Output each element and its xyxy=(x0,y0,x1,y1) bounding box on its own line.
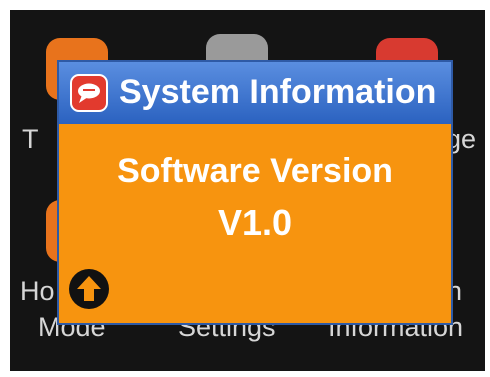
dialog-header: System Information xyxy=(59,62,451,124)
up-button[interactable] xyxy=(69,269,109,309)
software-version-value: V1.0 xyxy=(217,202,293,243)
home-label-top-left: T xyxy=(22,124,39,154)
dialog-title: System Information xyxy=(119,73,437,111)
system-information-dialog: System Information Software Version V1.0 xyxy=(57,60,453,325)
home-label-ho: Ho xyxy=(20,276,55,306)
arrow-up-icon xyxy=(77,276,101,301)
software-version-label: Software Version xyxy=(117,152,393,190)
device-screen: T ge Ho n Mode Settings Information Syst… xyxy=(10,10,485,371)
chat-bubble-icon xyxy=(70,74,108,112)
